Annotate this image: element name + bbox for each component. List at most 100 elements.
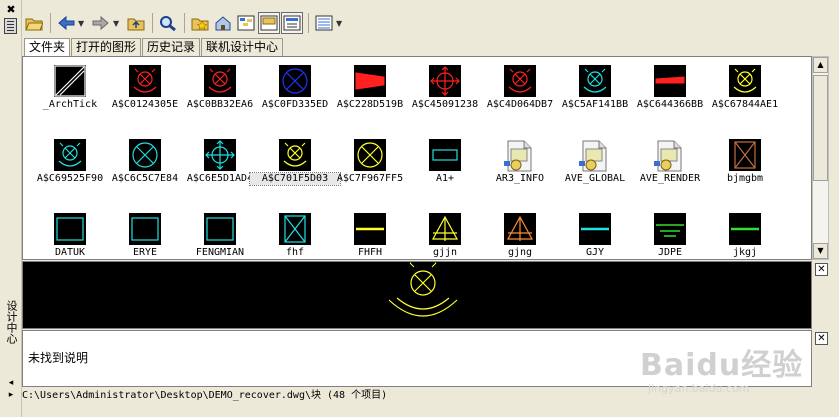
preview-panel	[22, 261, 812, 329]
description-toggle-button[interactable]	[281, 12, 303, 34]
palette-close-button[interactable]: ✖	[5, 4, 17, 16]
block-thumbnail	[354, 65, 386, 97]
block-item[interactable]: A$C0124305E	[104, 60, 179, 120]
description-toggle-icon	[283, 15, 301, 31]
block-item[interactable]: A$C67844AE1	[704, 60, 779, 120]
block-item[interactable]: bjmgbm	[704, 134, 779, 194]
block-item[interactable]: jkgj	[704, 208, 779, 259]
design-center-toolbar: ▼ ▼ ▼	[23, 9, 348, 37]
back-dropdown-icon[interactable]: ▼	[78, 19, 86, 28]
collapse-right-icon[interactable]: ▸	[5, 390, 17, 400]
block-thumbnail	[654, 213, 686, 245]
watermark-brand: Baidu经验	[640, 348, 804, 383]
block-item[interactable]: _ArchTick	[29, 60, 104, 120]
home-button[interactable]	[212, 12, 234, 34]
block-item[interactable]: A$C4D064DB7	[479, 60, 554, 120]
block-list-panel: _ArchTick A$C0124305E A$C0BB32EA6 A$C0FD335…	[22, 56, 812, 260]
up-icon	[127, 18, 145, 31]
block-item[interactable]: A1+	[404, 134, 479, 194]
preview-toggle-icon	[260, 15, 278, 31]
block-item[interactable]: A$C701F5D03	[249, 134, 341, 194]
block-thumbnail	[129, 65, 161, 97]
up-button[interactable]	[125, 12, 147, 34]
block-name: A$C67844AE1	[711, 99, 779, 110]
tab-0[interactable]: 文件夹	[24, 38, 71, 57]
block-item[interactable]: A$C0BB32EA6	[179, 60, 254, 120]
block-thumbnail	[579, 213, 611, 245]
block-item[interactable]: A$C69525F90	[29, 134, 104, 194]
block-thumbnail	[204, 139, 236, 171]
block-thumbnail	[279, 65, 311, 97]
palette-properties-icon[interactable]	[4, 18, 17, 34]
tab-1[interactable]: 打开的图形	[71, 38, 142, 56]
block-item[interactable]: gjng	[479, 208, 554, 259]
search-button[interactable]	[157, 12, 179, 34]
block-thumbnail	[204, 213, 236, 245]
block-item[interactable]: A$C644366BB	[629, 60, 704, 120]
favorites-button[interactable]	[189, 12, 211, 34]
block-name: jkgj	[732, 247, 758, 258]
tab-2[interactable]: 历史记录	[142, 38, 201, 56]
block-item[interactable]: FENGMIAN	[179, 208, 254, 259]
preview-close-button[interactable]: ✕	[815, 263, 828, 276]
block-thumbnail	[729, 213, 761, 245]
block-item[interactable]: A$C45091238	[404, 60, 479, 120]
block-item[interactable]: A$C6C5C7E84	[104, 134, 179, 194]
tree-view-toggle-icon	[237, 15, 255, 31]
block-item[interactable]: A$C5AF141BB	[554, 60, 629, 120]
back-icon	[58, 15, 75, 31]
block-item[interactable]: AVE_GLOBAL	[554, 134, 629, 194]
block-file-icon	[502, 139, 536, 173]
toolbar-separator	[308, 13, 309, 33]
block-thumbnail	[54, 139, 86, 171]
views-button[interactable]	[313, 12, 335, 34]
block-item[interactable]: ERYE	[104, 208, 179, 259]
load-icon	[25, 18, 43, 31]
block-thumbnail	[129, 139, 161, 171]
load-button[interactable]	[23, 12, 45, 34]
favorites-icon	[191, 18, 209, 31]
toolbar-separator	[50, 13, 51, 33]
block-item[interactable]: gjjn	[404, 208, 479, 259]
scroll-thumb[interactable]	[813, 75, 828, 181]
block-item[interactable]: A$C0FD335ED	[254, 60, 329, 120]
status-path: C:\Users\Administrator\Desktop\DEMO_reco…	[22, 390, 388, 401]
block-name: bjmgbm	[726, 173, 764, 184]
views-icon	[315, 15, 333, 31]
block-item[interactable]: DATUK	[29, 208, 104, 259]
views-dropdown-icon[interactable]: ▼	[336, 19, 344, 28]
description-text: 未找到说明	[28, 351, 89, 365]
scroll-up-icon[interactable]: ▲	[813, 57, 828, 73]
collapse-left-icon[interactable]: ◂	[5, 378, 17, 388]
block-item[interactable]: AR3_INFO	[479, 134, 554, 194]
block-thumbnail	[54, 213, 86, 245]
scroll-down-icon[interactable]: ▼	[813, 243, 828, 259]
home-icon	[215, 16, 231, 31]
block-thumbnail	[654, 65, 686, 97]
block-item[interactable]: AVE_RENDER	[629, 134, 704, 194]
preview-graphic	[388, 262, 458, 317]
preview-toggle-button[interactable]	[258, 12, 280, 34]
block-item[interactable]: FHFH	[329, 208, 404, 259]
block-item[interactable]: A$C6E5D1AD4	[179, 134, 254, 194]
block-thumbnail	[54, 65, 86, 97]
block-item[interactable]: JDPE	[629, 208, 704, 259]
back-button[interactable]	[55, 12, 77, 34]
block-thumbnail	[579, 65, 611, 97]
block-thumbnail	[279, 213, 311, 245]
palette-title: 设计中心	[5, 300, 18, 344]
block-thumbnail	[429, 139, 461, 171]
block-item[interactable]: A$C7F967FF5	[329, 134, 404, 194]
block-thumbnail	[279, 139, 311, 171]
block-thumbnail	[354, 139, 386, 171]
tab-3[interactable]: 联机设计中心	[201, 38, 284, 56]
forward-button[interactable]	[90, 12, 112, 34]
tree-view-toggle-button[interactable]	[235, 12, 257, 34]
block-item[interactable]: GJY	[554, 208, 629, 259]
palette-title-bar[interactable]: ✖ 设计中心 ◂ ▸	[0, 0, 22, 417]
block-item[interactable]: A$C228D519B	[329, 60, 404, 120]
vertical-scrollbar[interactable]: ▲ ▼	[812, 56, 829, 260]
block-thumbnail	[129, 213, 161, 245]
forward-dropdown-icon[interactable]: ▼	[113, 19, 121, 28]
block-item[interactable]: fhf	[254, 208, 329, 259]
